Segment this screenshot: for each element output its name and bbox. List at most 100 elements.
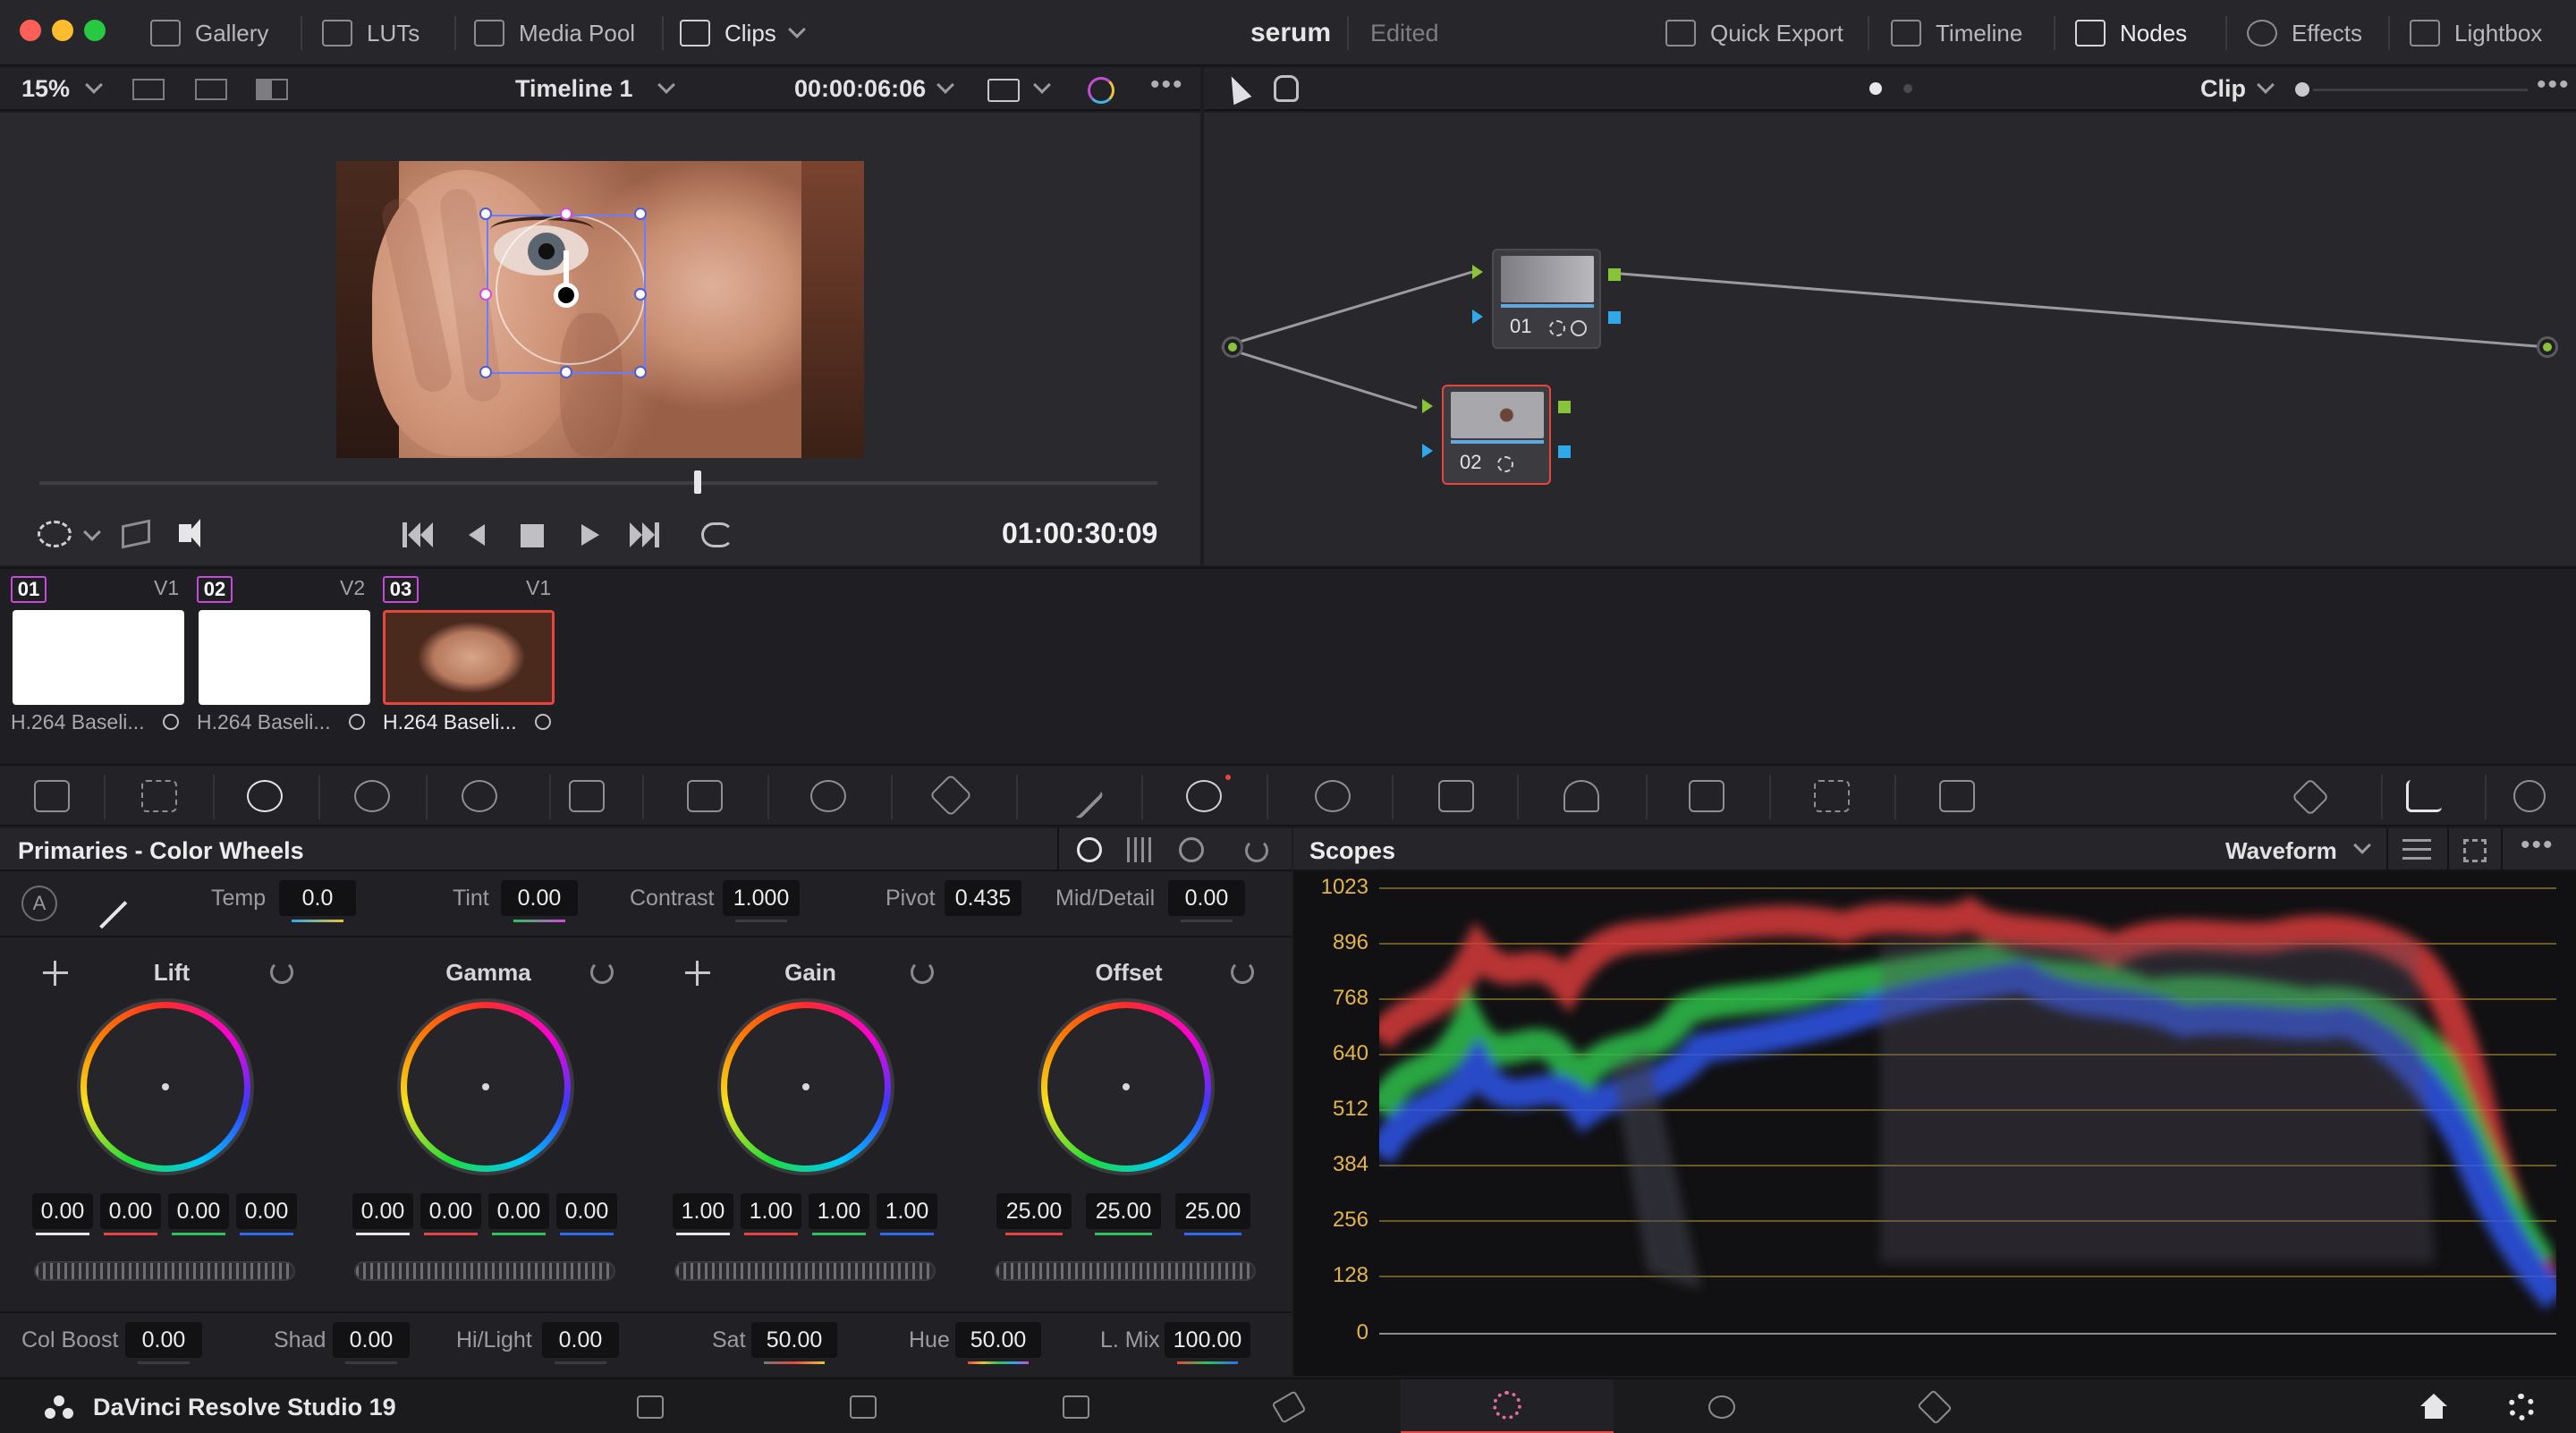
split-viewer-icon[interactable] — [256, 79, 288, 100]
clip-thumbnail[interactable] — [199, 610, 370, 705]
chevron-down-icon[interactable] — [1033, 76, 1051, 94]
wheels-mode-icon[interactable] — [1077, 837, 1102, 862]
clip-thumbnail[interactable] — [13, 610, 184, 705]
shad-field[interactable]: 0.00 — [333, 1322, 410, 1358]
gamma-r-field[interactable]: 0.00 — [420, 1193, 481, 1229]
clip-thumbnail-selected[interactable] — [383, 610, 555, 705]
media-page-tab[interactable] — [544, 1379, 757, 1433]
viewer-image[interactable] — [336, 161, 864, 458]
color-page-tab[interactable] — [1401, 1379, 1614, 1433]
source-timecode[interactable]: 00:00:06:06 — [794, 75, 926, 103]
offset-b-field[interactable]: 25.00 — [1175, 1193, 1250, 1229]
jump-end-icon[interactable] — [630, 522, 642, 547]
lightbox-button[interactable]: Lightbox — [2410, 0, 2542, 66]
gamma-y-field[interactable]: 0.00 — [352, 1193, 413, 1229]
page-indicator-active[interactable] — [1869, 82, 1882, 95]
more-options-icon[interactable]: ••• — [2537, 70, 2571, 100]
gamma-reset-icon[interactable] — [590, 961, 614, 984]
chevron-down-icon[interactable] — [85, 76, 103, 94]
temp-field[interactable]: 0.0 — [279, 880, 356, 916]
window-overlay-icon[interactable] — [38, 521, 72, 547]
single-viewer-icon[interactable] — [132, 79, 165, 100]
hue-field[interactable]: 50.00 — [955, 1322, 1041, 1358]
hi-light-field[interactable]: 0.00 — [542, 1322, 619, 1358]
home-icon[interactable] — [2420, 1394, 2447, 1419]
curves-icon[interactable] — [687, 780, 723, 812]
blur-icon[interactable] — [1563, 780, 1599, 812]
gamma-wheel[interactable] — [401, 1002, 571, 1172]
stop-icon[interactable] — [521, 524, 544, 547]
gain-r-field[interactable]: 1.00 — [741, 1193, 801, 1229]
node-editor[interactable]: 01 02 — [1204, 113, 2576, 565]
sizing-icon[interactable] — [1814, 780, 1850, 812]
more-options-icon[interactable]: ••• — [2521, 830, 2555, 861]
motion-effects-icon[interactable] — [569, 780, 605, 812]
tint-field[interactable]: 0.00 — [501, 880, 578, 916]
page-indicator[interactable] — [1903, 84, 1912, 93]
gain-wheel[interactable] — [721, 1002, 891, 1172]
gain-master-wheel[interactable] — [674, 1261, 936, 1281]
auto-balance-button[interactable]: A — [21, 886, 57, 921]
media-pool-button[interactable]: Media Pool — [474, 0, 635, 66]
scopes-icon[interactable] — [2406, 780, 2442, 812]
eyedropper-icon[interactable] — [1056, 772, 1105, 820]
chevron-down-icon[interactable] — [936, 76, 954, 94]
col-boost-field[interactable]: 0.00 — [125, 1322, 202, 1358]
record-timecode[interactable]: 01:00:30:09 — [1002, 517, 1157, 550]
color-warper-icon[interactable] — [810, 780, 846, 812]
log-mode-icon[interactable] — [1179, 837, 1204, 862]
chevron-down-icon[interactable] — [2257, 76, 2275, 94]
keyframes-icon[interactable] — [2291, 777, 2330, 817]
gain-reset-icon[interactable] — [911, 961, 934, 984]
color-wheels-icon[interactable] — [247, 780, 283, 812]
color-picker-icon[interactable] — [1088, 77, 1114, 104]
gain-y-field[interactable]: 1.00 — [673, 1193, 733, 1229]
more-options-icon[interactable]: ••• — [1150, 70, 1184, 100]
gallery-button[interactable]: Gallery — [150, 0, 268, 66]
chevron-down-icon[interactable] — [657, 76, 675, 94]
hdr-wheels-icon[interactable] — [354, 780, 390, 812]
bars-mode-icon[interactable] — [1127, 837, 1154, 862]
gamma-g-field[interactable]: 0.00 — [488, 1193, 549, 1229]
node-mode-selector[interactable]: Clip — [2200, 75, 2246, 103]
play-reverse-icon[interactable] — [469, 524, 485, 546]
minimize-window-button[interactable] — [52, 20, 73, 41]
quick-export-button[interactable]: Quick Export — [1665, 0, 1843, 66]
lift-master-wheel[interactable] — [34, 1261, 295, 1281]
offset-r-field[interactable]: 25.00 — [996, 1193, 1072, 1229]
lift-g-field[interactable]: 0.00 — [168, 1193, 229, 1229]
zoom-level[interactable]: 15% — [21, 75, 70, 103]
offset-g-field[interactable]: 25.00 — [1086, 1193, 1161, 1229]
fusion-page-tab[interactable] — [1182, 1379, 1395, 1433]
timeline-button[interactable]: Timeline — [1891, 0, 2022, 66]
offset-wheel[interactable] — [1041, 1002, 1211, 1172]
zoom-slider-handle[interactable] — [2295, 82, 2309, 97]
window-icon[interactable] — [1186, 780, 1222, 812]
scope-mode-selector[interactable]: Waveform — [2225, 837, 2337, 865]
play-icon[interactable] — [581, 524, 599, 546]
waveform-display[interactable] — [1379, 887, 2556, 1333]
gamma-b-field[interactable]: 0.00 — [556, 1193, 617, 1229]
color-match-icon[interactable] — [141, 780, 177, 812]
edit-page-tab[interactable] — [970, 1379, 1182, 1433]
close-window-button[interactable] — [20, 20, 41, 41]
timeline-selector[interactable]: Timeline 1 — [515, 75, 633, 103]
node-02[interactable]: 02 — [1442, 385, 1551, 485]
scope-settings-icon[interactable] — [2402, 839, 2431, 861]
chevron-down-icon[interactable] — [2353, 836, 2371, 854]
pivot-field[interactable]: 0.435 — [945, 880, 1021, 916]
grid-viewer-icon[interactable] — [195, 79, 227, 100]
magic-mask-icon[interactable] — [1438, 780, 1474, 812]
loop-icon[interactable] — [701, 522, 733, 547]
settings-gear-icon[interactable] — [2508, 1394, 2535, 1420]
offset-reset-icon[interactable] — [1231, 961, 1254, 984]
key-icon[interactable] — [1689, 780, 1724, 812]
qualifier-icon[interactable] — [928, 773, 973, 818]
maximize-window-button[interactable] — [84, 20, 106, 41]
playhead[interactable] — [694, 471, 701, 494]
window-center-handle[interactable] — [554, 283, 579, 308]
gamma-master-wheel[interactable] — [354, 1261, 615, 1281]
jump-start-icon[interactable] — [402, 522, 407, 547]
expand-icon[interactable] — [2463, 839, 2487, 862]
luts-button[interactable]: LUTs — [322, 0, 419, 66]
